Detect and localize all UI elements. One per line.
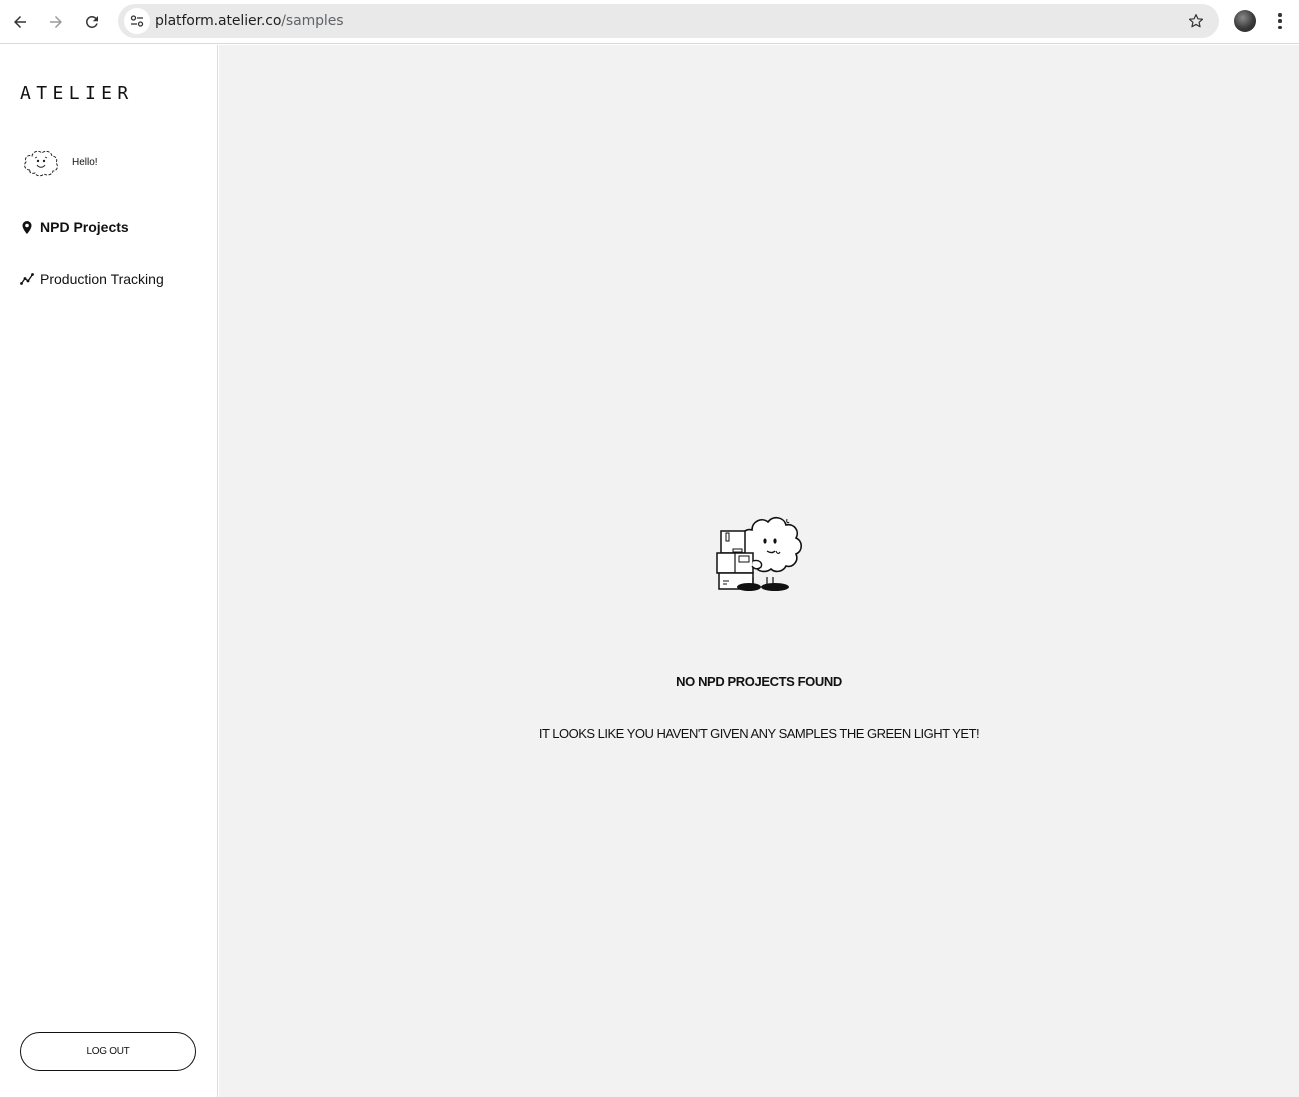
line-chart-icon [20, 272, 34, 286]
profile-avatar[interactable] [1234, 10, 1256, 32]
url-text[interactable]: platform.atelier.co/samples [155, 13, 344, 29]
site-info-button[interactable] [124, 8, 150, 34]
main-content: NO NPD PROJECTS FOUND IT LOOKS LIKE YOU … [219, 45, 1299, 1097]
sidebar-item-production-tracking[interactable]: Production Tracking [20, 271, 164, 287]
brand-logo[interactable]: ATELIER [20, 83, 134, 104]
cloud-mascot-avatar [24, 150, 58, 177]
user-greeting: Hello! [20, 140, 98, 184]
forward-button[interactable] [43, 9, 69, 35]
sidebar-item-npd-projects[interactable]: NPD Projects [20, 219, 129, 235]
reload-button[interactable] [79, 9, 105, 35]
bookmark-star-icon[interactable] [1187, 12, 1205, 30]
browser-menu-button[interactable] [1270, 11, 1290, 31]
reload-icon [85, 15, 98, 28]
sidebar-item-label: NPD Projects [40, 219, 129, 235]
arrow-right-icon [50, 16, 62, 28]
sidebar-item-label: Production Tracking [40, 271, 164, 287]
greeting-text: Hello! [72, 156, 98, 168]
logout-button[interactable]: LOG OUT [20, 1032, 196, 1071]
empty-state-message: IT LOOKS LIKE YOU HAVEN'T GIVEN ANY SAMP… [538, 726, 980, 741]
back-button[interactable] [7, 9, 33, 35]
arrow-left-icon [14, 16, 26, 28]
map-pin-icon [20, 220, 34, 234]
sidebar: ATELIER Hello! NPD Projects Production T… [0, 45, 218, 1097]
browser-toolbar: platform.atelier.co/samples [0, 0, 1299, 44]
tune-icon [130, 15, 144, 27]
empty-state-title: NO NPD PROJECTS FOUND [676, 674, 842, 689]
address-bar[interactable]: platform.atelier.co/samples [118, 4, 1219, 38]
cloud-carrying-boxes-illustration [716, 516, 803, 591]
